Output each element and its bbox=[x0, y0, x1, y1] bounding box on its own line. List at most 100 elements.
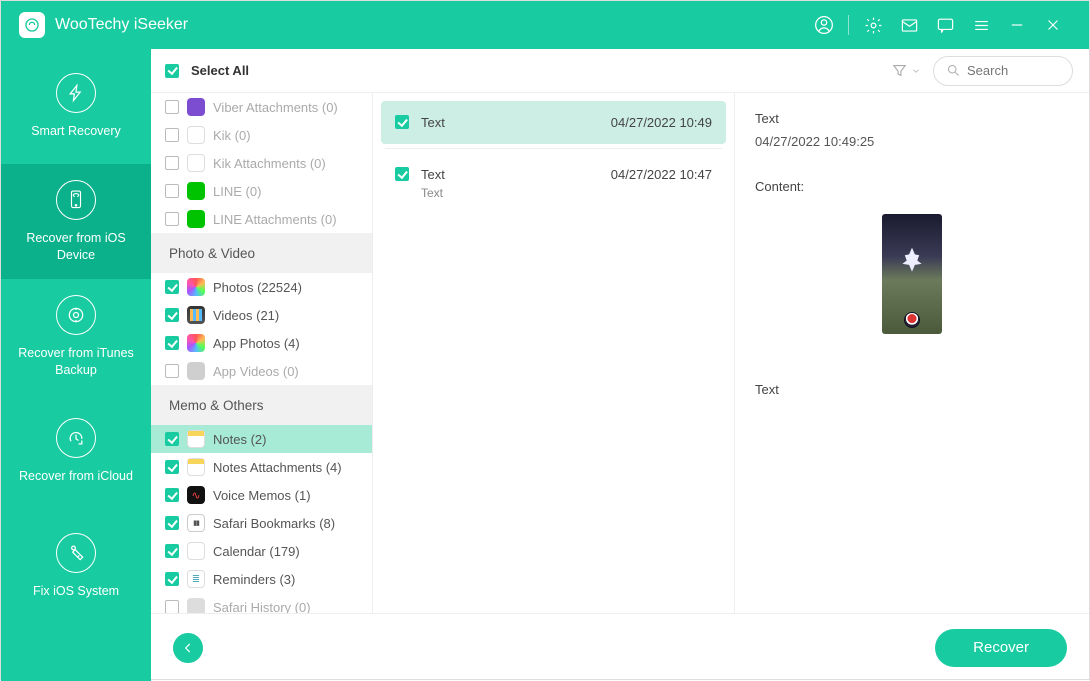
category-icon bbox=[187, 278, 205, 296]
category-icon: kik bbox=[187, 126, 205, 144]
titlebar-divider bbox=[848, 15, 849, 35]
category-row[interactable]: App Videos (0) bbox=[151, 357, 372, 385]
category-label: Safari History (0) bbox=[213, 600, 311, 614]
category-row[interactable]: Notes Attachments (4) bbox=[151, 453, 372, 481]
category-icon: kik bbox=[187, 154, 205, 172]
close-icon[interactable] bbox=[1035, 7, 1071, 43]
settings-icon[interactable] bbox=[855, 7, 891, 43]
category-row[interactable]: Photos (22524) bbox=[151, 273, 372, 301]
detail-title: Text bbox=[755, 111, 1069, 126]
category-checkbox[interactable] bbox=[165, 460, 179, 474]
nav-icon bbox=[56, 73, 96, 113]
detail-text: Text bbox=[755, 382, 1069, 397]
category-row[interactable]: Notes (2) bbox=[151, 425, 372, 453]
category-row[interactable]: Safari Bookmarks (8) bbox=[151, 509, 372, 537]
category-icon bbox=[187, 514, 205, 532]
nav-recover-from-icloud[interactable]: Recover from iCloud bbox=[1, 394, 151, 509]
category-label: Notes Attachments (4) bbox=[213, 460, 342, 475]
category-row[interactable]: Safari History (0) bbox=[151, 593, 372, 613]
category-icon bbox=[187, 458, 205, 476]
category-label: LINE Attachments (0) bbox=[213, 212, 337, 227]
category-checkbox[interactable] bbox=[165, 516, 179, 530]
category-checkbox[interactable] bbox=[165, 600, 179, 613]
category-label: Reminders (3) bbox=[213, 572, 295, 587]
select-all-label: Select All bbox=[191, 63, 249, 78]
category-checkbox[interactable] bbox=[165, 308, 179, 322]
category-icon bbox=[187, 210, 205, 228]
category-section: Memo & Others bbox=[151, 385, 372, 425]
category-checkbox[interactable] bbox=[165, 336, 179, 350]
category-row[interactable]: kik Kik (0) bbox=[151, 121, 372, 149]
note-list[interactable]: Text 04/27/2022 10:49 Text 04/27/2022 10:4… bbox=[373, 93, 735, 613]
category-row[interactable]: Reminders (3) bbox=[151, 565, 372, 593]
note-subtitle: Text bbox=[421, 186, 712, 200]
menu-icon[interactable] bbox=[963, 7, 999, 43]
note-title: Text bbox=[421, 167, 445, 182]
category-checkbox[interactable] bbox=[165, 128, 179, 142]
app-title: WooTechy iSeeker bbox=[55, 16, 188, 34]
nav-icon bbox=[56, 295, 96, 335]
search-input[interactable] bbox=[967, 63, 1057, 78]
category-icon bbox=[187, 362, 205, 380]
category-checkbox[interactable] bbox=[165, 544, 179, 558]
note-date: 04/27/2022 10:47 bbox=[611, 167, 712, 182]
category-row[interactable]: 12 Calendar (179) bbox=[151, 537, 372, 565]
category-row[interactable]: App Photos (4) bbox=[151, 329, 372, 357]
note-item[interactable]: Text 04/27/2022 10:47 Text bbox=[381, 153, 726, 214]
category-checkbox[interactable] bbox=[165, 184, 179, 198]
detail-thumbnail bbox=[882, 214, 942, 334]
category-row[interactable]: Viber Attachments (0) bbox=[151, 93, 372, 121]
category-label: App Videos (0) bbox=[213, 364, 299, 379]
note-item[interactable]: Text 04/27/2022 10:49 bbox=[381, 101, 726, 144]
detail-content-label: Content: bbox=[755, 179, 1069, 194]
detail-date: 04/27/2022 10:49:25 bbox=[755, 134, 1069, 149]
note-title: Text bbox=[421, 115, 445, 130]
filter-button[interactable] bbox=[891, 62, 921, 79]
category-label: Safari Bookmarks (8) bbox=[213, 516, 335, 531]
back-button[interactable] bbox=[173, 633, 203, 663]
category-row[interactable]: Videos (21) bbox=[151, 301, 372, 329]
category-icon bbox=[187, 486, 205, 504]
category-icon: 12 bbox=[187, 542, 205, 560]
category-list[interactable]: Viber Attachments (0) kik Kik (0) kik Ki… bbox=[151, 93, 373, 613]
category-label: Kik (0) bbox=[213, 128, 251, 143]
category-icon bbox=[187, 334, 205, 352]
category-checkbox[interactable] bbox=[165, 100, 179, 114]
select-all-checkbox[interactable] bbox=[165, 64, 179, 78]
category-section: Photo & Video bbox=[151, 233, 372, 273]
category-checkbox[interactable] bbox=[165, 212, 179, 226]
nav-smart-recovery[interactable]: Smart Recovery bbox=[1, 49, 151, 164]
category-label: App Photos (4) bbox=[213, 336, 300, 351]
search-box[interactable] bbox=[933, 56, 1073, 86]
category-checkbox[interactable] bbox=[165, 156, 179, 170]
feedback-icon[interactable] bbox=[927, 7, 963, 43]
category-label: Kik Attachments (0) bbox=[213, 156, 326, 171]
nav-recover-from-itunes-backup[interactable]: Recover from iTunes Backup bbox=[1, 279, 151, 394]
minimize-icon[interactable] bbox=[999, 7, 1035, 43]
category-row[interactable]: LINE Attachments (0) bbox=[151, 205, 372, 233]
sidebar: Smart RecoveryRecover from iOS DeviceRec… bbox=[1, 49, 151, 681]
category-checkbox[interactable] bbox=[165, 280, 179, 294]
category-icon bbox=[187, 306, 205, 324]
category-checkbox[interactable] bbox=[165, 364, 179, 378]
category-label: Voice Memos (1) bbox=[213, 488, 311, 503]
account-icon[interactable] bbox=[806, 7, 842, 43]
recover-button[interactable]: Recover bbox=[935, 629, 1067, 667]
footer: Recover bbox=[151, 613, 1089, 681]
mail-icon[interactable] bbox=[891, 7, 927, 43]
category-row[interactable]: Voice Memos (1) bbox=[151, 481, 372, 509]
category-checkbox[interactable] bbox=[165, 432, 179, 446]
note-checkbox[interactable] bbox=[395, 115, 409, 129]
nav-recover-from-ios-device[interactable]: Recover from iOS Device bbox=[1, 164, 151, 279]
category-checkbox[interactable] bbox=[165, 572, 179, 586]
category-row[interactable]: kik Kik Attachments (0) bbox=[151, 149, 372, 177]
titlebar: WooTechy iSeeker bbox=[1, 1, 1089, 49]
note-date: 04/27/2022 10:49 bbox=[611, 115, 712, 130]
category-icon bbox=[187, 598, 205, 613]
note-checkbox[interactable] bbox=[395, 167, 409, 181]
nav-fix-ios-system[interactable]: Fix iOS System bbox=[1, 509, 151, 624]
nav-label: Fix iOS System bbox=[33, 583, 119, 600]
category-row[interactable]: LINE (0) bbox=[151, 177, 372, 205]
category-checkbox[interactable] bbox=[165, 488, 179, 502]
nav-label: Recover from iCloud bbox=[19, 468, 133, 485]
